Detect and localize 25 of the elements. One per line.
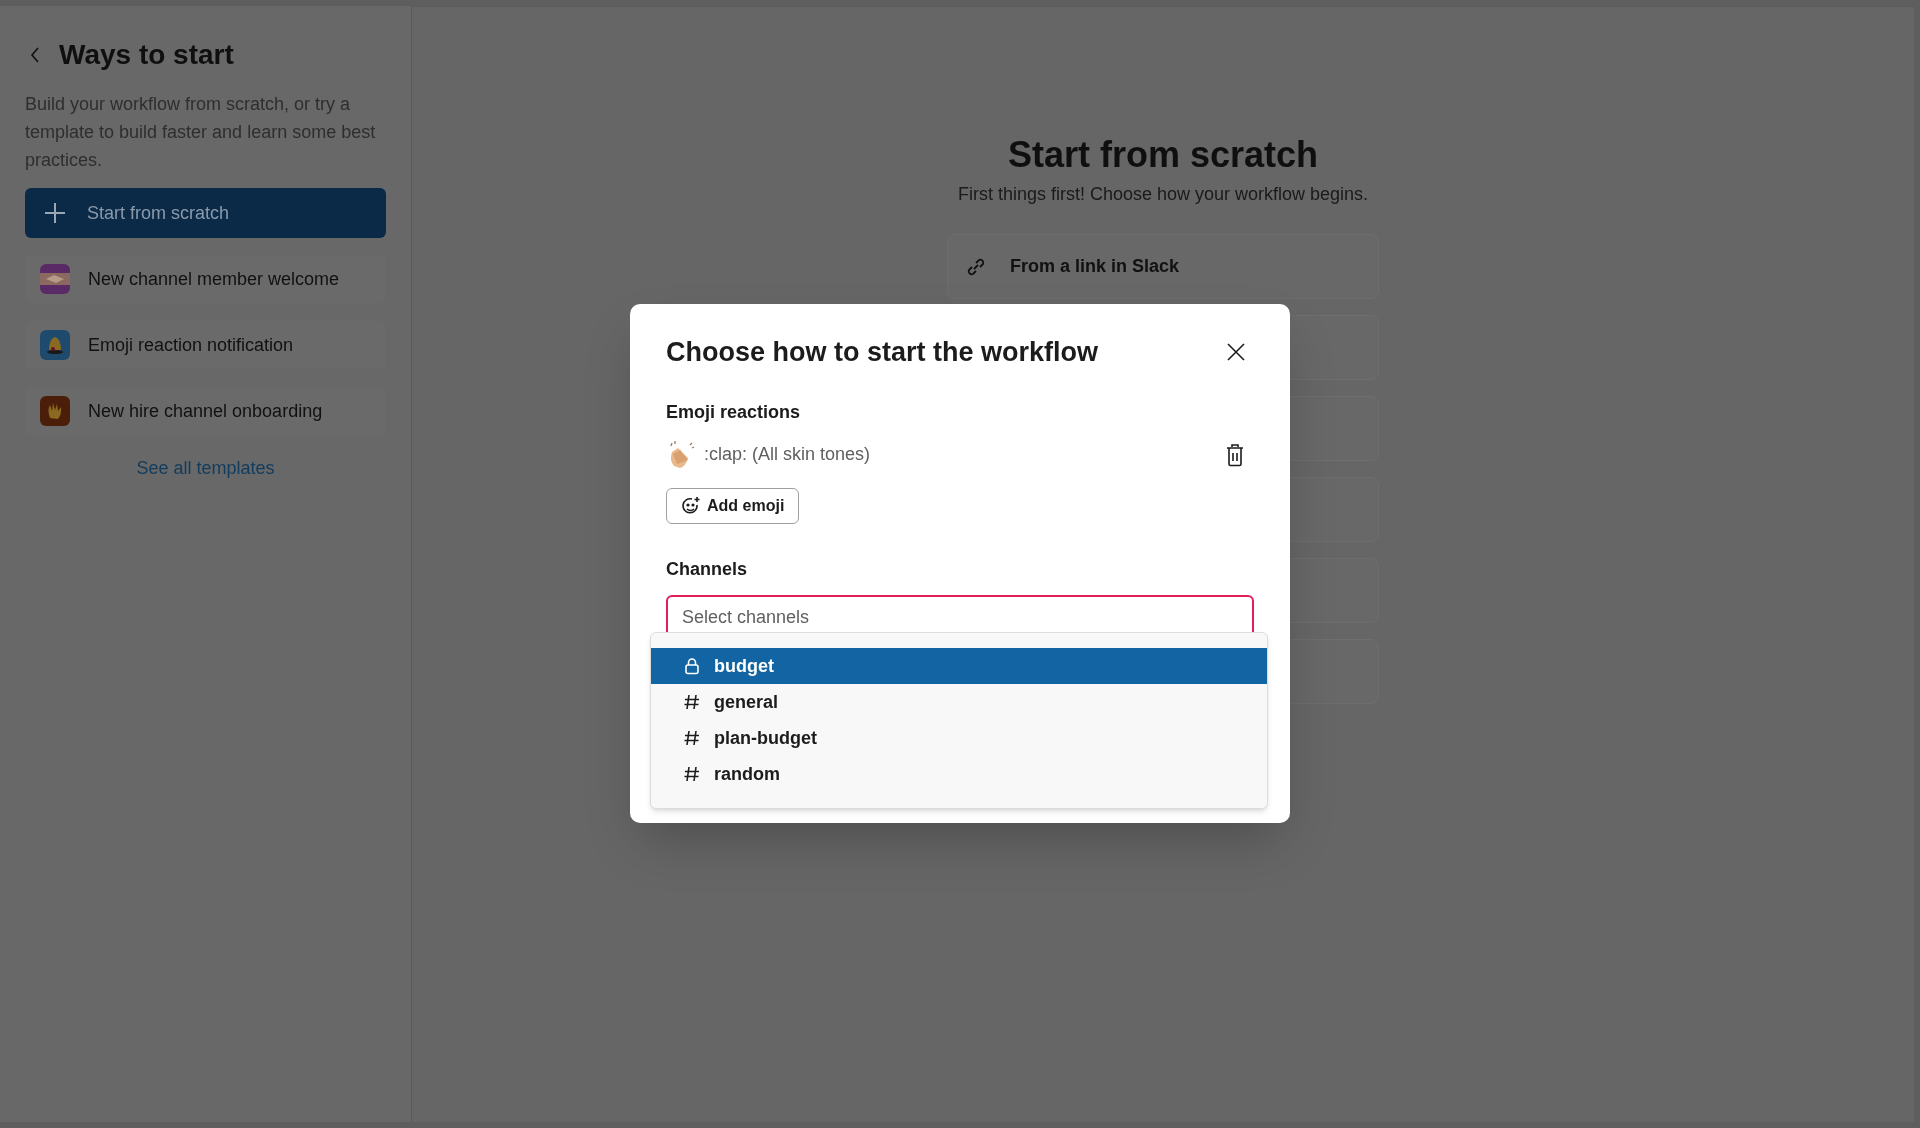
hash-icon <box>683 693 701 711</box>
channel-option[interactable]: budget <box>651 648 1267 684</box>
bell-icon <box>40 330 70 360</box>
sidebar-description: Build your workflow from scratch, or try a template to build faster and learn some best practices. <box>25 93 377 172</box>
section-label: Emoji reactions <box>666 400 802 424</box>
sidebar-title: Ways to start <box>59 38 234 72</box>
trigger-card[interactable]: From a link in Slack <box>947 234 1379 299</box>
channel-option[interactable]: random <box>651 756 1267 792</box>
close-icon <box>1226 342 1246 363</box>
lock-icon <box>683 657 701 675</box>
plus-icon <box>43 201 67 225</box>
channel-option[interactable]: general <box>651 684 1267 720</box>
main-subtitle: First things first! Choose how your workflow begins. <box>957 183 1369 206</box>
channel-option[interactable]: plan-budget <box>651 720 1267 756</box>
main-title: Start from scratch <box>1007 133 1319 177</box>
section-label: Channels <box>666 557 749 581</box>
chevron-left-icon <box>29 46 41 64</box>
modal-title: Choose how to start the workflow <box>666 336 1098 369</box>
hash-icon <box>683 765 701 783</box>
emoji-name: :clap: (All skin tones) <box>704 443 871 466</box>
trash-icon <box>1225 442 1245 467</box>
start-from-scratch-button[interactable]: Start from scratch <box>25 188 386 238</box>
add-emoji-button[interactable]: Add emoji <box>666 487 800 524</box>
hash-icon <box>683 729 701 747</box>
smiley-plus-icon <box>681 495 701 516</box>
